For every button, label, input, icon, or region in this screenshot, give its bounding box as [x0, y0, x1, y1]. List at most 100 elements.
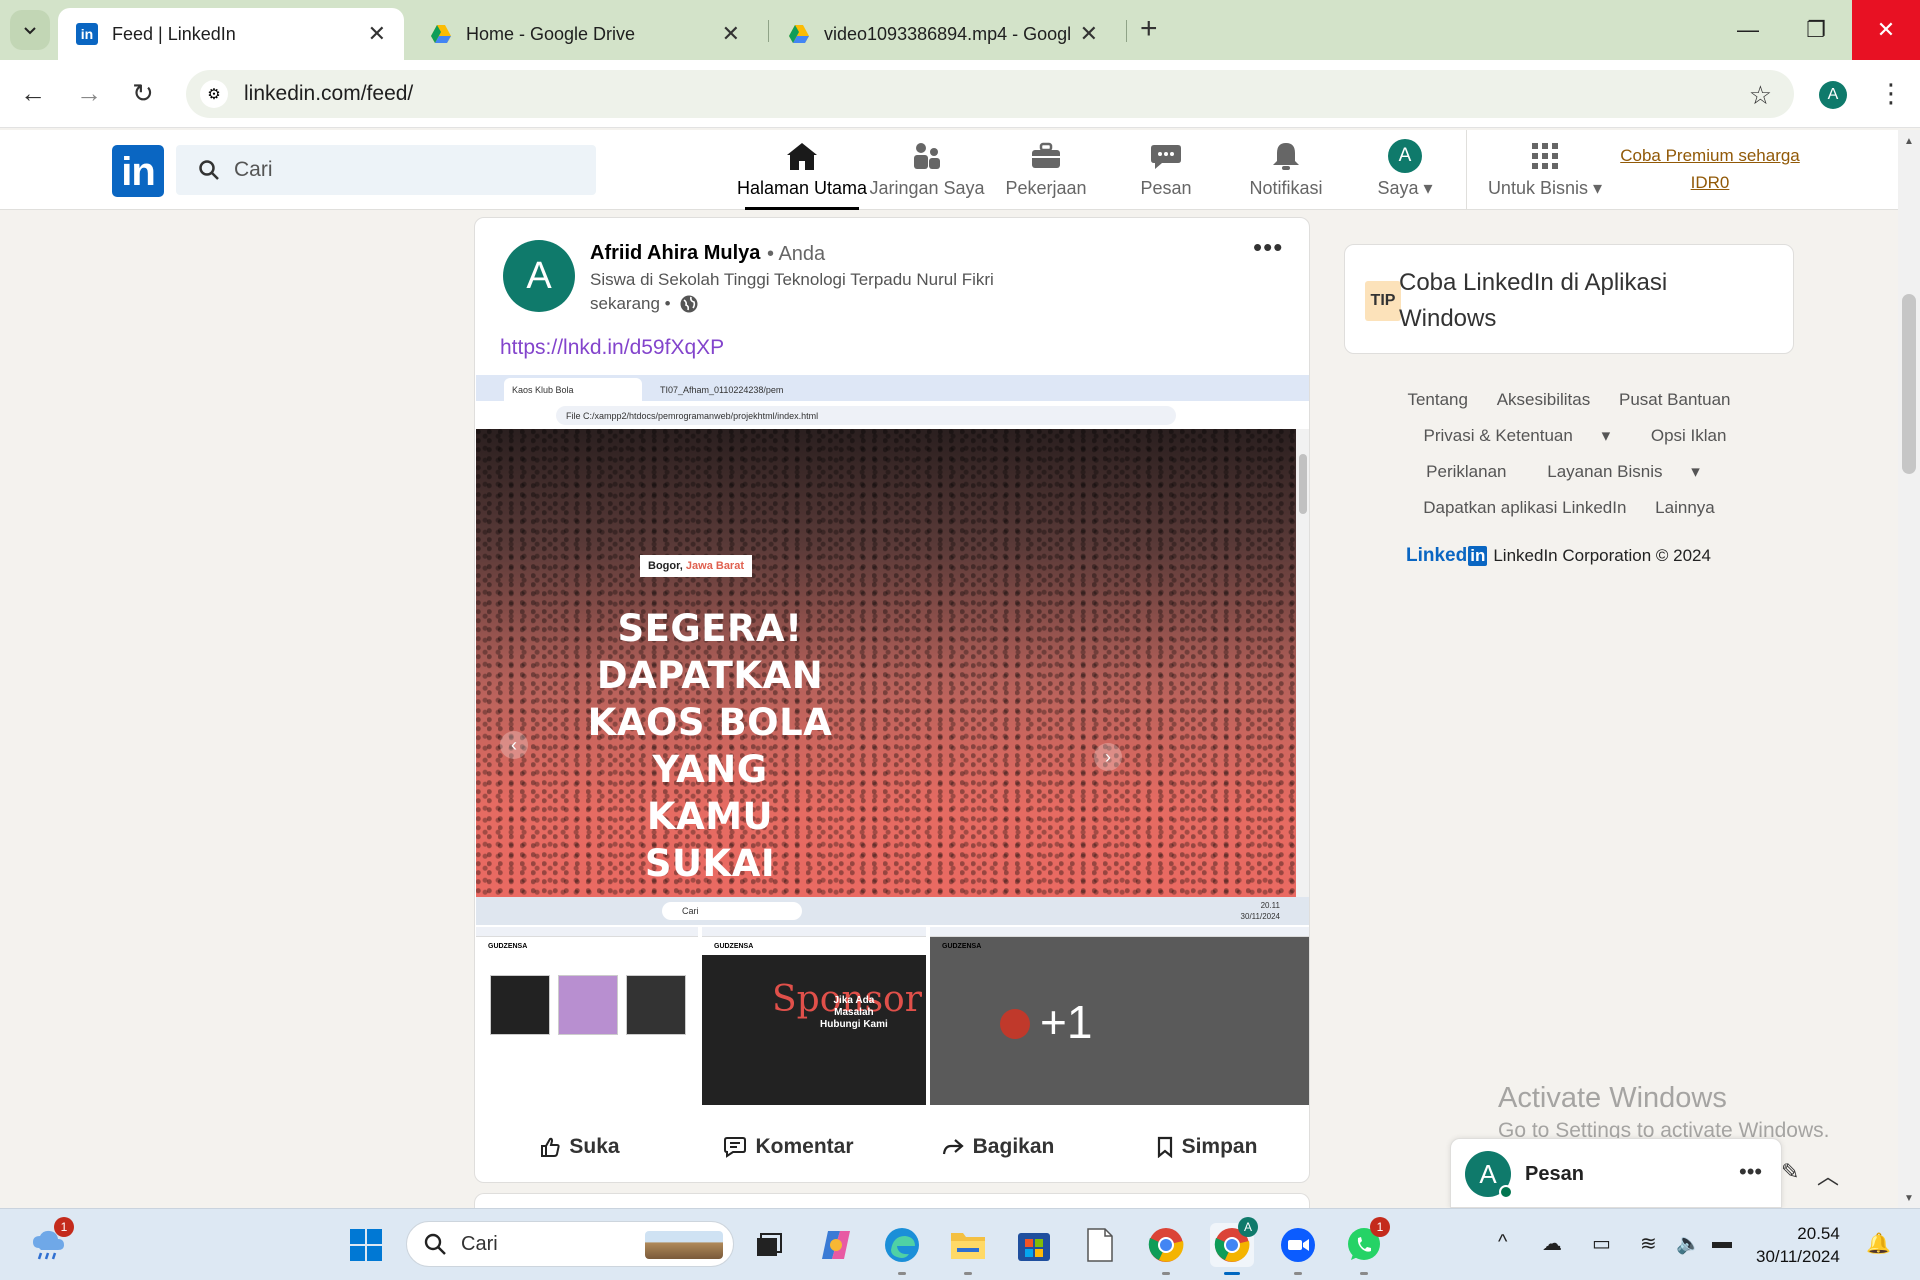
location-prefix: Bogor,	[648, 560, 683, 572]
weather-widget[interactable]: 1	[26, 1217, 74, 1267]
start-button[interactable]	[344, 1223, 388, 1267]
nav-jobs[interactable]: Pekerjaan	[981, 138, 1111, 210]
edge-button[interactable]	[880, 1223, 924, 1275]
post-link[interactable]: https://lnkd.in/d59fXqXP	[500, 336, 724, 360]
whatsapp-button[interactable]: 1	[1342, 1217, 1390, 1275]
forward-button[interactable]: →	[76, 78, 102, 109]
linkedin-logo[interactable]: in	[112, 145, 164, 197]
sponsor-line: Masalah	[834, 1007, 874, 1018]
premium-link[interactable]: Coba Premium seharga IDR0	[1610, 142, 1810, 196]
copilot-button[interactable]	[814, 1223, 858, 1267]
chevron-up-icon[interactable]: ︿	[1817, 1159, 1839, 1191]
footer-link-about[interactable]: Tentang	[1407, 390, 1468, 409]
close-tab-icon[interactable]: ✕	[1080, 21, 1098, 47]
me-avatar: A	[1388, 138, 1422, 174]
new-tab-button[interactable]: +	[1140, 12, 1158, 46]
chevron-up-icon: ^	[1498, 1231, 1508, 1253]
grid-icon	[1531, 138, 1559, 174]
volume-icon[interactable]: 🔈	[1676, 1231, 1701, 1256]
taskbar-clock[interactable]: 20.54 30/11/2024	[1756, 1222, 1840, 1268]
nav-network[interactable]: Jaringan Saya	[862, 138, 992, 210]
nav-home[interactable]: Halaman Utama	[737, 138, 867, 210]
tab-google-drive[interactable]: Home - Google Drive ✕	[412, 8, 758, 60]
chrome-button[interactable]	[1144, 1223, 1188, 1275]
author-name[interactable]: Afriid Ahira Mulya	[590, 242, 760, 265]
footer-link-business-services[interactable]: Layanan Bisnis ▾	[1535, 462, 1712, 481]
like-button[interactable]: Suka	[475, 1135, 684, 1159]
footer-link-ad-choices[interactable]: Opsi Iklan	[1651, 426, 1727, 445]
show-hidden-icons-button[interactable]: ^	[1498, 1231, 1507, 1254]
post-media[interactable]: Kaos Klub Bola TI07_Afham_0110224238/pem…	[476, 375, 1309, 1111]
footer-link-more[interactable]: Lainnya	[1655, 498, 1715, 517]
hero-line: SUKAI	[644, 842, 776, 885]
author-avatar[interactable]: A	[503, 240, 575, 312]
page-scrollbar[interactable]: ▲ ▼	[1898, 130, 1920, 1208]
back-button[interactable]: ←	[20, 78, 46, 109]
messaging-more-icon[interactable]: •••	[1739, 1159, 1762, 1185]
notification-bell-icon[interactable]: 🔔	[1866, 1231, 1891, 1256]
reload-button[interactable]: ↻	[132, 78, 154, 109]
notepad-button[interactable]	[1078, 1223, 1122, 1267]
task-view-button[interactable]	[746, 1223, 790, 1267]
close-tab-icon[interactable]: ✕	[368, 21, 386, 47]
compose-icon[interactable]: ✎	[1781, 1159, 1799, 1185]
nav-me[interactable]: A Saya ▾	[1340, 138, 1470, 210]
nav-for-business[interactable]: Untuk Bisnis ▾	[1480, 138, 1610, 210]
nav-label: Untuk Bisnis ▾	[1488, 178, 1602, 199]
bookmark-star-icon[interactable]: ☆	[1749, 80, 1772, 111]
tip-card[interactable]: TIP Coba LinkedIn di Aplikasi Windows	[1344, 244, 1794, 354]
battery-icon[interactable]: ▬	[1712, 1231, 1732, 1254]
save-label: Simpan	[1181, 1135, 1258, 1158]
site-info-icon[interactable]: ⚙	[200, 80, 228, 108]
browser-menu-icon[interactable]: ⋮	[1878, 78, 1904, 109]
url-bar[interactable]: ⚙ linkedin.com/feed/ ☆	[186, 70, 1794, 118]
sponsor-line: Hubungi Kami	[820, 1019, 888, 1030]
scrollbar-thumb[interactable]	[1902, 294, 1916, 474]
post-more-icon[interactable]: •••	[1253, 232, 1283, 263]
footer-link-privacy[interactable]: Privasi & Ketentuan ▾	[1412, 426, 1623, 445]
bookmark-icon	[1157, 1136, 1172, 1158]
search-input[interactable]: Cari	[176, 145, 596, 195]
browser-tabbar: in Feed | LinkedIn ✕ Home - Google Drive…	[0, 0, 1920, 60]
thumbnail-brand: GUDZENSA	[942, 942, 982, 950]
scroll-up-icon[interactable]: ▲	[1904, 136, 1914, 147]
wifi-icon[interactable]: ≋	[1640, 1231, 1657, 1256]
nav-messaging[interactable]: Pesan	[1101, 138, 1231, 210]
caret-down-icon: ▾	[1601, 426, 1611, 445]
restore-button[interactable]: ❐	[1782, 0, 1850, 60]
sponsor-sub: Jika Ada Masalah Hubungi Kami	[820, 995, 888, 1031]
more-media-count: +1	[1040, 996, 1093, 1048]
store-button[interactable]	[1012, 1223, 1056, 1267]
footer-link-get-app[interactable]: Dapatkan aplikasi LinkedIn	[1423, 498, 1626, 517]
close-window-button[interactable]: ✕	[1852, 0, 1920, 60]
scroll-down-icon[interactable]: ▼	[1904, 1193, 1914, 1204]
chrome-profile-button[interactable]: A	[1210, 1217, 1258, 1275]
hero-line: YANG	[652, 748, 768, 791]
footer-link-accessibility[interactable]: Aksesibilitas	[1497, 390, 1591, 409]
save-button[interactable]: Simpan	[1102, 1135, 1309, 1159]
sponsor-line: Jika Ada	[833, 995, 875, 1006]
footer-link-advertising[interactable]: Periklanan	[1426, 462, 1506, 481]
comment-button[interactable]: Komentar	[684, 1135, 893, 1159]
thumbnail-more[interactable]: GUDZENSA +1	[930, 927, 1309, 1105]
nav-business-label: Untuk Bisnis	[1487, 178, 1588, 198]
minimize-button[interactable]: —	[1714, 0, 1782, 60]
onedrive-icon[interactable]: ☁	[1542, 1231, 1562, 1256]
minimize-icon: —	[1737, 17, 1759, 42]
tab-search-button[interactable]	[10, 10, 50, 50]
display-icon[interactable]: ▭	[1592, 1231, 1611, 1256]
messaging-overlay[interactable]: A Pesan ••• ✎ ︿	[1450, 1138, 1839, 1208]
zoom-button[interactable]	[1276, 1223, 1320, 1275]
browser-profile-avatar[interactable]: A	[1819, 81, 1847, 109]
taskbar-search[interactable]: Cari	[406, 1221, 734, 1267]
tab-video[interactable]: video1093386894.mp4 - Google ✕	[770, 8, 1116, 60]
tab-linkedin[interactable]: in Feed | LinkedIn ✕	[58, 8, 404, 60]
network-icon	[911, 138, 943, 174]
share-button[interactable]: Bagikan	[893, 1135, 1102, 1159]
nav-notifications[interactable]: Notifikasi	[1221, 138, 1351, 210]
media-browser-tabbar: Kaos Klub Bola TI07_Afham_0110224238/pem	[476, 375, 1309, 401]
file-explorer-button[interactable]	[946, 1223, 990, 1275]
hero-line: DAPATKAN	[596, 654, 824, 697]
close-tab-icon[interactable]: ✕	[722, 21, 740, 47]
footer-link-help-center[interactable]: Pusat Bantuan	[1619, 390, 1731, 409]
